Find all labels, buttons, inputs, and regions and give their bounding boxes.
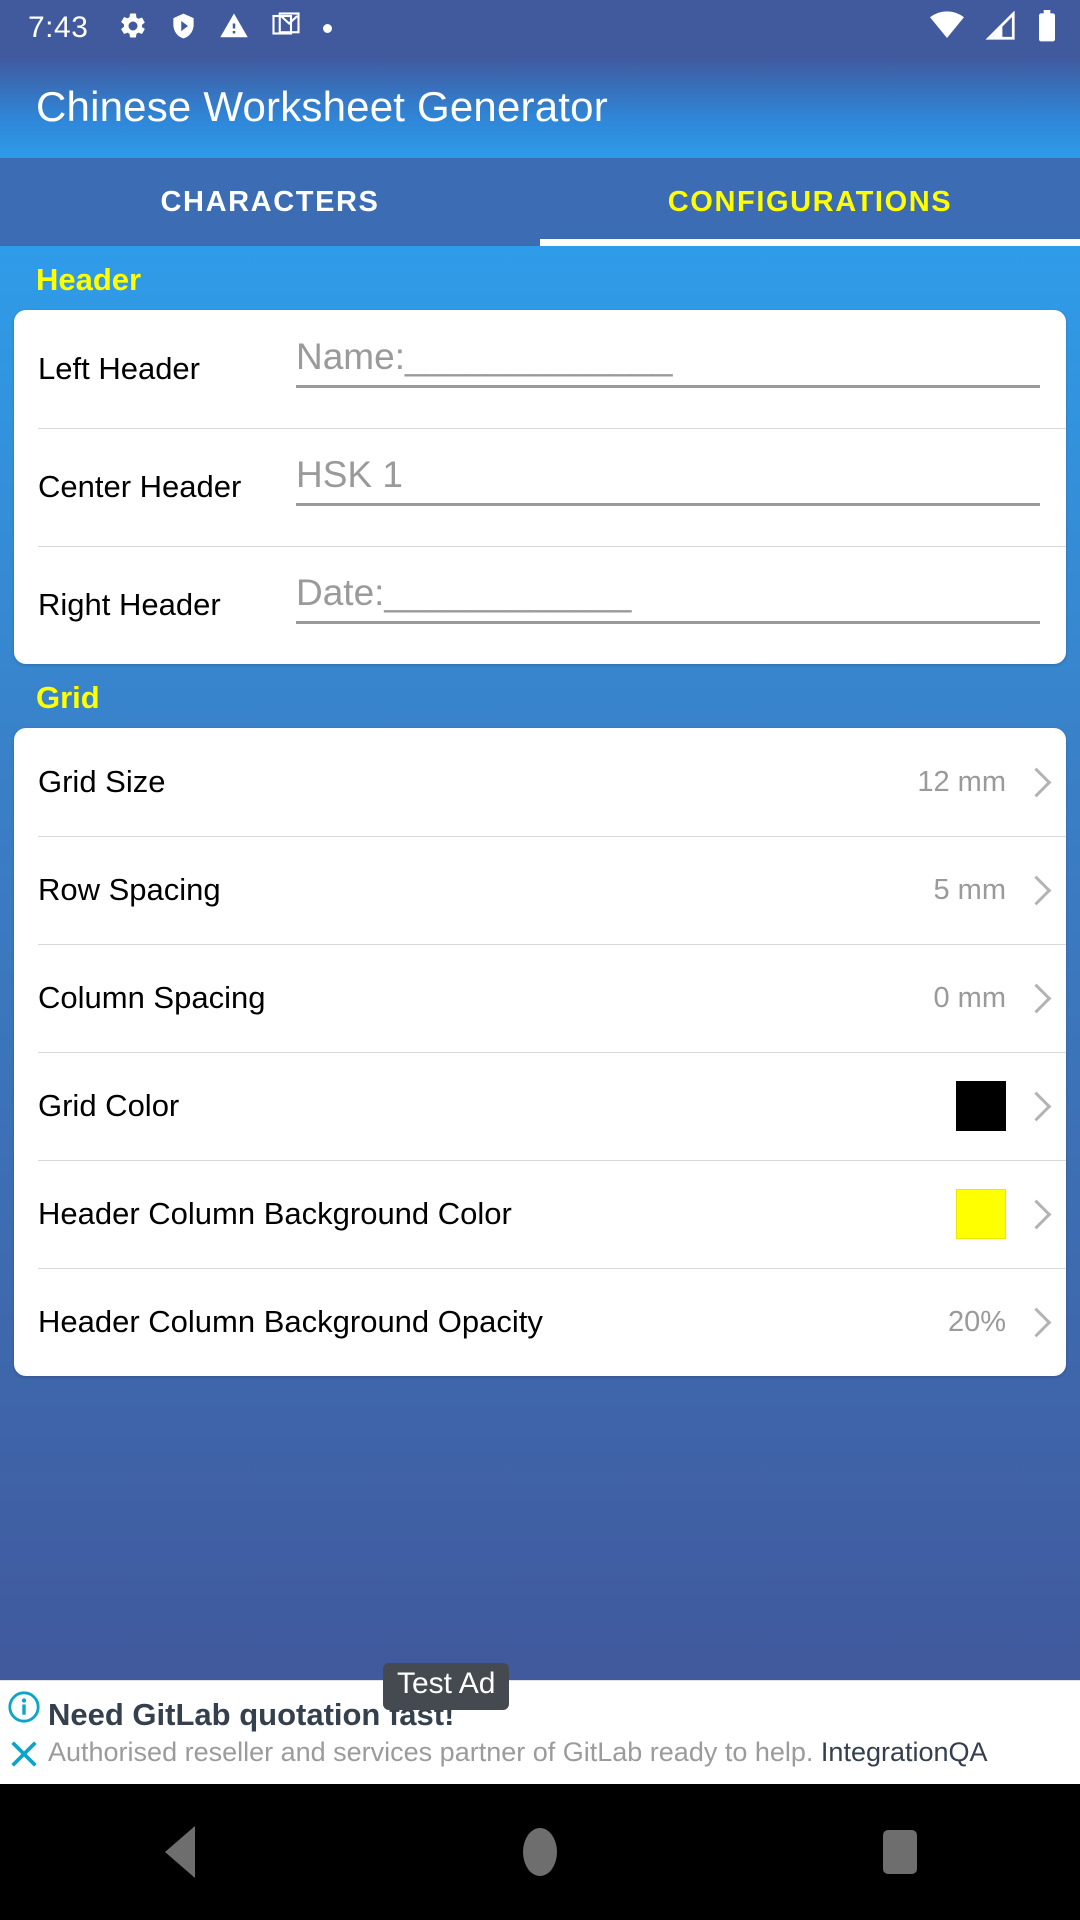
row-label: Header Column Background Opacity <box>38 1304 543 1339</box>
input-value: Name:_____________ <box>296 336 673 378</box>
tab-bar: CHARACTERS CONFIGURATIONS <box>0 158 1080 246</box>
home-circle-icon <box>523 1828 557 1876</box>
row-grid-size[interactable]: Grid Size 12 mm <box>14 728 1066 836</box>
input-value: Date:____________ <box>296 572 632 614</box>
right-header-input[interactable]: Date:____________ <box>296 572 1040 638</box>
ad-close-icon[interactable] <box>7 1737 41 1776</box>
row-label: Row Spacing <box>38 872 221 907</box>
row-label: Center Header <box>38 469 242 504</box>
chevron-right-icon <box>1022 769 1048 795</box>
ad-description-text: Authorised reseller and services partner… <box>48 1736 821 1767</box>
ad-advertiser-name: IntegrationQA <box>820 1736 988 1767</box>
chevron-right-icon <box>1022 1309 1048 1335</box>
ad-banner[interactable]: Need GitLab quotation fast! Authorised r… <box>0 1663 1080 1784</box>
back-triangle-icon <box>165 1826 195 1878</box>
input-underline <box>296 502 1040 506</box>
row-label: Grid Color <box>38 1088 180 1123</box>
back-button[interactable] <box>120 1792 240 1912</box>
app-bar: Chinese Worksheet Generator <box>0 56 1080 158</box>
center-header-input[interactable]: HSK 1 <box>296 454 1040 520</box>
row-right-header[interactable]: Right Header Date:____________ <box>14 546 1066 664</box>
configurations-scroll-area[interactable]: Header Left Header Name:_____________ Ce… <box>0 246 1080 1680</box>
header-column-background-color-swatch[interactable] <box>956 1189 1006 1239</box>
android-navigation-bar <box>0 1784 1080 1920</box>
chevron-right-icon <box>1022 877 1048 903</box>
warning-triangle-icon <box>219 11 249 46</box>
tab-indicator <box>540 239 1080 246</box>
gmail-icon <box>271 11 301 46</box>
home-button[interactable] <box>480 1792 600 1912</box>
tab-configurations[interactable]: CONFIGURATIONS <box>540 158 1080 246</box>
cellular-signal-icon <box>984 9 1018 46</box>
tab-characters[interactable]: CHARACTERS <box>0 158 540 246</box>
ad-description: Authorised reseller and services partner… <box>48 1736 1066 1768</box>
row-label: Header Column Background Color <box>38 1196 512 1231</box>
chevron-right-icon <box>1022 1093 1048 1119</box>
row-column-spacing[interactable]: Column Spacing 0 mm <box>14 944 1066 1052</box>
status-bar-notification-icons <box>118 11 333 46</box>
phone-screen: 7:43 Chinese Worksheet Generator CHARACT… <box>0 0 1080 1920</box>
page-title: Chinese Worksheet Generator <box>36 83 608 130</box>
row-label: Left Header <box>38 351 200 386</box>
row-header-column-background-opacity[interactable]: Header Column Background Opacity 20% <box>14 1268 1066 1376</box>
test-ad-badge: Test Ad <box>383 1663 510 1710</box>
wifi-icon <box>928 10 966 46</box>
row-row-spacing[interactable]: Row Spacing 5 mm <box>14 836 1066 944</box>
dot-icon <box>323 23 333 33</box>
ad-controls <box>0 1690 48 1776</box>
grid-settings-card: Grid Size 12 mm Row Spacing 5 mm Column … <box>14 728 1066 1376</box>
row-label: Right Header <box>38 587 221 622</box>
status-bar-system-icons <box>928 9 1058 47</box>
recents-square-icon <box>883 1830 917 1874</box>
chevron-right-icon <box>1022 1201 1048 1227</box>
ad-info-icon[interactable] <box>7 1690 41 1729</box>
row-label: Column Spacing <box>38 980 266 1015</box>
input-value: HSK 1 <box>296 454 403 496</box>
recents-button[interactable] <box>840 1792 960 1912</box>
play-protect-shield-icon <box>170 11 197 46</box>
row-value: 12 mm <box>917 765 1006 798</box>
section-title-header: Header <box>36 262 142 297</box>
row-center-header[interactable]: Center Header HSK 1 <box>14 428 1066 546</box>
row-label: Grid Size <box>38 764 166 799</box>
battery-icon <box>1036 9 1058 47</box>
grid-color-swatch[interactable] <box>956 1081 1006 1131</box>
input-underline <box>296 384 1040 388</box>
left-header-input[interactable]: Name:_____________ <box>296 336 1040 402</box>
row-value: 20% <box>947 1305 1006 1338</box>
input-underline <box>296 620 1040 624</box>
status-bar: 7:43 <box>0 0 1080 56</box>
row-grid-color[interactable]: Grid Color <box>14 1052 1066 1160</box>
chevron-right-icon <box>1022 985 1048 1011</box>
section-title-grid: Grid <box>36 680 100 715</box>
row-value: 5 mm <box>933 873 1007 906</box>
row-value: 0 mm <box>933 981 1007 1014</box>
ad-content[interactable]: Need GitLab quotation fast! Authorised r… <box>48 1696 1080 1768</box>
header-settings-card: Left Header Name:_____________ Center He… <box>14 310 1066 664</box>
status-bar-clock: 7:43 <box>28 11 89 44</box>
gear-icon <box>118 11 148 46</box>
row-header-column-background-color[interactable]: Header Column Background Color <box>14 1160 1066 1268</box>
ad-headline: Need GitLab quotation fast! <box>48 1696 455 1732</box>
row-left-header[interactable]: Left Header Name:_____________ <box>14 310 1066 428</box>
